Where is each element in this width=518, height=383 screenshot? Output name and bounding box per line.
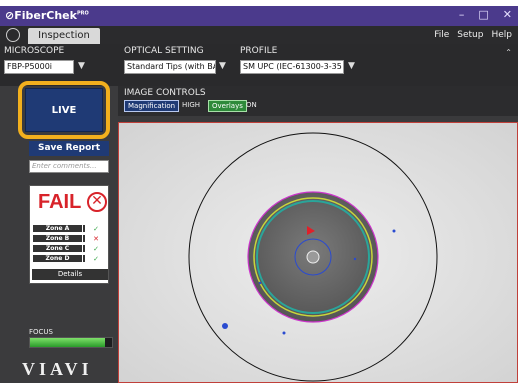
maximize-icon[interactable]: □: [478, 8, 488, 21]
microscope-chevron-down-icon[interactable]: ▼: [78, 61, 85, 71]
pass-check-icon: ✓: [85, 225, 107, 233]
pass-check-icon: ✓: [85, 255, 107, 263]
overlays-value: ON: [246, 101, 257, 109]
zone-name: Zone A: [33, 225, 83, 233]
details-button[interactable]: Details: [32, 269, 108, 280]
viavi-logo: VIAVI: [22, 359, 93, 379]
menu-bar: File Setup Help: [434, 30, 512, 40]
magnification-button[interactable]: Magnification: [124, 100, 180, 112]
overall-result: FAIL: [38, 191, 82, 213]
profile-chevron-down-icon[interactable]: ▼: [348, 61, 355, 71]
overlays-button[interactable]: Overlays: [208, 100, 247, 112]
zone-name: Zone C: [33, 245, 83, 253]
minimize-icon[interactable]: –: [459, 8, 465, 21]
optical-chevron-down-icon[interactable]: ▼: [219, 61, 226, 71]
defect-dot: [353, 257, 357, 261]
defect-dot: [282, 331, 286, 335]
defect-dot: [222, 323, 228, 329]
settings-toolbar: MICROSCOPE FBP-P5000i ▼ OPTICAL SETTING …: [0, 44, 518, 86]
magnification-value: HIGH: [182, 101, 201, 109]
focus-meter: [29, 337, 113, 348]
zone-name: Zone D: [33, 255, 83, 263]
app-title: ⊘FiberChekPRO: [5, 9, 89, 22]
save-report-button[interactable]: Save Report: [29, 141, 109, 156]
profile-select[interactable]: SM UPC (IEC-61300-3-35 Ed. 2.0): [240, 60, 344, 74]
fiber-endface-image: [119, 123, 517, 382]
tab-bar: Inspection File Setup Help: [0, 26, 518, 44]
result-panel: FAIL ✕ Zone A ✓ Zone B ✕ Zone C ✓ Zone D…: [29, 185, 109, 284]
microscope-select[interactable]: FBP-P5000i: [4, 60, 74, 74]
fiber-core: [306, 250, 320, 264]
pass-check-icon: ✓: [85, 245, 107, 253]
focus-meter-fill: [30, 338, 106, 347]
zone-row-b: Zone B ✕: [32, 234, 108, 243]
menu-file[interactable]: File: [434, 30, 449, 40]
zone-row-d: Zone D ✓: [32, 254, 108, 263]
title-bar: ⊘FiberChekPRO – □ ✕: [0, 6, 518, 26]
optical-setting-select[interactable]: Standard Tips (with BAP1): [124, 60, 216, 74]
tab-inspection[interactable]: Inspection: [28, 28, 100, 44]
menu-setup[interactable]: Setup: [457, 30, 483, 40]
collapse-chevron-up-icon[interactable]: ⌃: [505, 48, 512, 57]
fiber-image-view[interactable]: [118, 122, 518, 383]
zone-name: Zone B: [33, 235, 83, 243]
microscope-label: MICROSCOPE: [4, 46, 65, 56]
defect-dot: [258, 281, 262, 285]
window-controls: – □ ✕: [459, 8, 512, 21]
comments-input[interactable]: Enter comments...: [29, 160, 109, 173]
menu-help[interactable]: Help: [491, 30, 512, 40]
optical-setting-label: OPTICAL SETTING: [124, 46, 204, 56]
image-controls-bar: IMAGE CONTROLS Magnification HIGH Overla…: [118, 86, 518, 116]
image-controls-label: IMAGE CONTROLS: [124, 88, 206, 98]
app-title-suffix: PRO: [76, 10, 89, 17]
focus-label: FOCUS: [29, 328, 53, 336]
defect-dot: [392, 229, 396, 233]
close-icon[interactable]: ✕: [503, 8, 512, 21]
profile-label: PROFILE: [240, 46, 278, 56]
zone-row-a: Zone A ✓: [32, 224, 108, 233]
zone-row-c: Zone C ✓: [32, 244, 108, 253]
app-menu-icon[interactable]: [6, 28, 20, 42]
live-button[interactable]: LIVE: [25, 88, 103, 132]
app-window: ⊘FiberChekPRO – □ ✕ Inspection File Setu…: [0, 6, 518, 383]
fiberchek-logo-icon: ⊘: [5, 9, 15, 22]
fail-x-icon: ✕: [87, 192, 107, 212]
fail-x-icon: ✕: [85, 235, 107, 243]
